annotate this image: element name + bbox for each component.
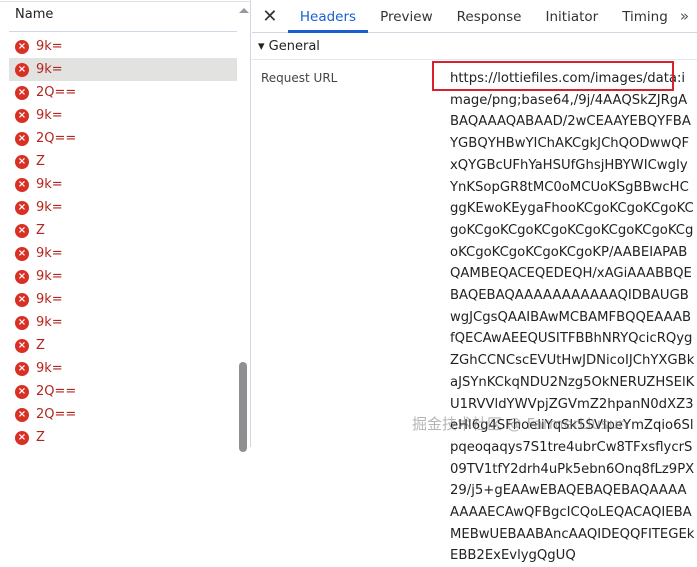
request-name: 9k= (36, 315, 63, 330)
general-section-title: General (268, 39, 320, 54)
request-row[interactable]: × Z (9, 334, 237, 357)
request-name: 9k= (36, 292, 63, 307)
tab-headers[interactable]: Headers (287, 0, 369, 33)
error-icon: × (15, 246, 29, 261)
scrollbar-thumb[interactable] (239, 362, 247, 452)
request-name: Z (36, 338, 45, 353)
request-name: 9k= (36, 200, 63, 215)
error-icon: × (15, 200, 29, 215)
request-name: 9k= (36, 177, 63, 192)
error-icon: × (15, 154, 29, 169)
request-name: 9k= (36, 39, 63, 54)
request-name: 9k= (36, 108, 63, 123)
general-section-header[interactable]: ▾ General (252, 33, 697, 60)
request-name: 9k= (36, 62, 63, 77)
error-icon: × (15, 39, 29, 54)
name-column-header[interactable]: Name (9, 2, 237, 32)
request-name: 2Q== (36, 407, 77, 422)
request-name: Z (36, 430, 45, 445)
error-icon: × (15, 108, 29, 123)
request-row[interactable]: × 9k= (9, 173, 237, 196)
tab-timing[interactable]: Timing (610, 0, 680, 33)
request-row[interactable]: × Z (9, 426, 237, 449)
request-name: 9k= (36, 269, 63, 284)
error-icon: × (15, 430, 29, 445)
watermark: 掘金技术社区 @ FarmerLiusun (412, 415, 628, 433)
tab-initiator[interactable]: Initiator (533, 0, 610, 33)
request-url-label: Request URL (261, 71, 338, 85)
request-row[interactable]: × 9k= (9, 311, 237, 334)
error-icon: × (15, 223, 29, 238)
request-name: Z (36, 223, 45, 238)
request-name: 2Q== (36, 131, 77, 146)
error-icon: × (15, 407, 29, 422)
request-row[interactable]: × 2Q== (9, 127, 237, 150)
triangle-down-icon: ▾ (258, 39, 265, 54)
error-icon: × (15, 131, 29, 146)
request-row[interactable]: × 9k= (9, 288, 237, 311)
error-icon: × (15, 292, 29, 307)
error-icon: × (15, 177, 29, 192)
request-row[interactable]: × 9k= (9, 58, 237, 81)
request-rows: × 9k= × 9k= × 2Q== × 9k= × 2Q== × Z × 9k= × 9k= × Z × 9k= × 9… (9, 35, 237, 449)
scroll-up-arrow-icon[interactable] (239, 8, 249, 13)
details-tabbar: ✕ Headers Preview Response Initiator Tim… (252, 0, 697, 33)
request-row[interactable]: × 9k= (9, 196, 237, 219)
request-name: Z (36, 154, 45, 169)
tab-preview[interactable]: Preview (368, 0, 445, 33)
request-row[interactable]: × Z (9, 219, 237, 242)
request-row[interactable]: × 2Q== (9, 403, 237, 426)
chevron-double-right-icon[interactable]: » (680, 7, 697, 25)
error-icon: × (15, 62, 29, 77)
request-name: 2Q== (36, 384, 77, 399)
request-row[interactable]: × 9k= (9, 357, 237, 380)
tab-response[interactable]: Response (445, 0, 534, 33)
request-url-value: https://lottiefiles.com/images/data:imag… (450, 71, 695, 564)
request-row[interactable]: × 9k= (9, 242, 237, 265)
request-name: 2Q== (36, 85, 77, 100)
request-row[interactable]: × 2Q== (9, 380, 237, 403)
error-icon: × (15, 338, 29, 353)
request-name: 9k= (36, 246, 63, 261)
error-icon: × (15, 384, 29, 399)
url-highlight-box (432, 61, 674, 91)
error-icon: × (15, 361, 29, 376)
error-icon: × (15, 85, 29, 100)
close-icon[interactable]: ✕ (252, 6, 288, 27)
request-row[interactable]: × Z (9, 150, 237, 173)
error-icon: × (15, 269, 29, 284)
request-row[interactable]: × 9k= (9, 265, 237, 288)
error-icon: × (15, 315, 29, 330)
network-request-list: Name × 9k= × 9k= × 2Q== × 9k= × 2Q== × Z × 9k= × 9k= × Z ×… (0, 0, 251, 452)
request-row[interactable]: × 2Q== (9, 81, 237, 104)
request-name: 9k= (36, 361, 63, 376)
request-row[interactable]: × 9k= (9, 104, 237, 127)
request-row[interactable]: × 9k= (9, 35, 237, 58)
request-details-panel: ✕ Headers Preview Response Initiator Tim… (252, 0, 697, 563)
